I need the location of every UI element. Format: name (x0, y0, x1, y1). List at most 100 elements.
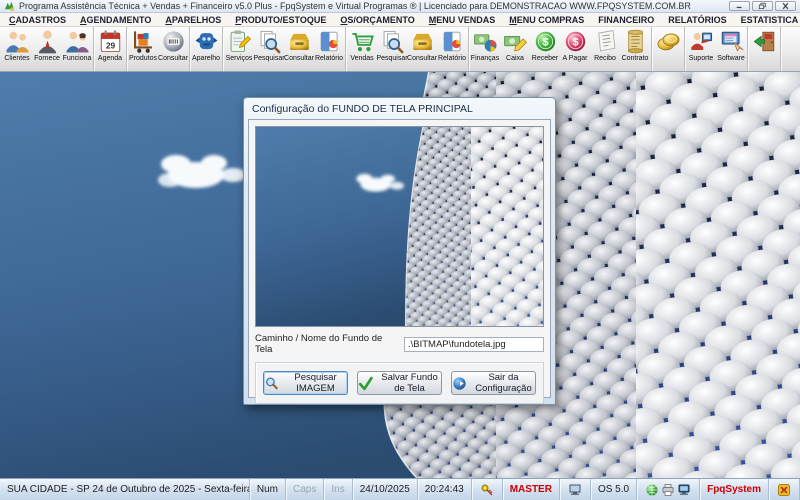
close-icon (782, 2, 789, 10)
search-docs-icon (260, 30, 280, 54)
path-label: Caminho / Nome do Fundo de Tela (255, 333, 383, 355)
toolbar-button-agenda[interactable]: 29 Agenda (95, 28, 125, 71)
close-button[interactable] (775, 1, 796, 11)
menu-item-menu-vendas[interactable]: MENU VENDAS (422, 14, 503, 26)
menu-item-aparelhos[interactable]: APARELHOS (158, 14, 228, 26)
toolbar-button-suporte[interactable]: Suporte (686, 28, 716, 71)
toolbar-button-consultar-vendas[interactable]: Consultar (407, 28, 437, 71)
supplier-icon (38, 30, 56, 54)
calendar-icon: 29 (100, 30, 120, 53)
window-title: Programa Assistência Técnica + Vendas + … (19, 1, 691, 11)
toolbar-button-label: Suporte (688, 55, 714, 62)
menu-item-cadastros[interactable]: CADASTROS (2, 14, 73, 26)
toolbar-button-consultar-produtos[interactable]: Consultar (158, 28, 188, 71)
keys-icon (481, 484, 493, 495)
svg-text:$: $ (572, 37, 578, 49)
toolbar-button-clientes[interactable]: Clientes (2, 28, 32, 71)
globe-icon[interactable] (645, 483, 659, 497)
menu-item-estatistica[interactable]: ESTATISTICA (734, 14, 800, 26)
status-caps-lock: Caps (286, 479, 325, 500)
toolbar-button-label: Vendas (350, 55, 374, 62)
toolbar-button-software[interactable]: Software (716, 28, 746, 71)
desktop-background: Configuração do FUNDO DE TELA PRINCIPAL (0, 72, 800, 478)
menu-item-produto-estoque[interactable]: PRODUTO/ESTOQUE (228, 14, 333, 26)
search-docs-icon (383, 30, 403, 54)
toolbar-group-agenda: 29 Agenda (94, 27, 127, 71)
search-image-button[interactable]: Pesquisar IMAGEM (263, 371, 348, 395)
device-icon (195, 33, 217, 50)
toolbar-button-label: Clientes (4, 55, 30, 62)
gold-coin-icon (657, 33, 679, 51)
exit-door-icon (753, 31, 774, 52)
toolbar-button-pesquisar-servicos[interactable]: Pesquisar (253, 28, 285, 71)
toolbar-button-pesquisar-vendas[interactable]: Pesquisar (376, 28, 408, 71)
restore-button[interactable] (752, 1, 773, 11)
toolbar-button-label: Aparelho (191, 55, 221, 62)
sales-cart-icon (351, 32, 374, 52)
save-background-button[interactable]: Salvar Fundo de Tela (357, 371, 442, 395)
toolbar-button-vendas[interactable]: Vendas (347, 28, 377, 71)
toolbar-button-aparelho[interactable]: Aparelho (191, 28, 221, 71)
monitor-icon[interactable] (677, 483, 691, 497)
toolbar-button-label: Finanças (470, 55, 500, 62)
report-icon (320, 31, 338, 52)
toolbar-button-label: Contrato (621, 55, 649, 62)
dialog-titlebar[interactable]: Configuração do FUNDO DE TELA PRINCIPAL (244, 98, 555, 119)
toolbar-button-relatorio-servicos[interactable]: Relatório (314, 28, 344, 71)
dialog-body: Caminho / Nome do Fundo de Tela Pesquisa… (248, 119, 551, 404)
svg-text:29: 29 (105, 40, 115, 50)
blue-arrow-icon (453, 376, 466, 390)
toolbar-button-sair[interactable] (749, 28, 779, 71)
exit-config-button[interactable]: Sair da Configuração (451, 371, 536, 395)
clients-icon (6, 31, 28, 53)
app-logo-icon (4, 1, 15, 11)
background-path-input[interactable] (404, 336, 544, 352)
toolbar-button-servicos[interactable]: Serviços (224, 28, 254, 71)
toolbar-group-moeda (652, 27, 685, 71)
minimize-icon (736, 6, 742, 9)
file-drawer-icon (289, 33, 309, 50)
toolbar-button-contrato[interactable]: Contrato (620, 28, 650, 71)
toolbar-button-caixa[interactable]: Caixa (500, 28, 530, 71)
toolbar-button-fornece[interactable]: Fornece (32, 28, 62, 71)
toolbar-button-a-pagar[interactable]: $ A Pagar (560, 28, 590, 71)
brand-logo-icon (778, 483, 790, 496)
menu-item-os-orcamento[interactable]: OS/ORÇAMENTO (333, 14, 421, 26)
toolbar: Clientes Fornece Funciona 29 Agenda Prod… (0, 27, 800, 72)
application-window: Programa Assistência Técnica + Vendas + … (0, 0, 800, 500)
status-brand: FpqSystem (700, 479, 769, 500)
background-preview (255, 126, 544, 327)
toolbar-button-label: Agenda (97, 55, 123, 62)
printer-icon[interactable] (661, 483, 675, 497)
toolbar-button-recibo[interactable]: Recibo (590, 28, 620, 71)
menu-item-financeiro[interactable]: FINANCEIRO (591, 14, 661, 26)
toolbar-button-moeda[interactable] (653, 28, 683, 71)
minimize-button[interactable] (729, 1, 750, 11)
toolbar-button-label: Fornece (34, 55, 60, 62)
status-bar: SUA CIDADE - SP 24 de Outubro de 2025 - … (0, 478, 800, 500)
magnifier-icon (266, 376, 278, 389)
toolbar-button-label: Funciona (62, 55, 92, 62)
status-location: SUA CIDADE - SP 24 de Outubro de 2025 - … (0, 479, 250, 500)
file-drawer-icon (412, 33, 432, 50)
status-os-version: OS 5.0 (591, 479, 638, 500)
toolbar-button-label: Pesquisar (376, 55, 408, 62)
status-user: MASTER (503, 479, 560, 500)
toolbar-button-funciona[interactable]: Funciona (62, 28, 92, 71)
toolbar-button-label: Consultar (284, 55, 314, 62)
menu-item-agendamento[interactable]: AGENDAMENTO (73, 14, 158, 26)
dialog-title: Configuração do FUNDO DE TELA PRINCIPAL (252, 102, 473, 115)
toolbar-button-receber[interactable]: $ Receber (530, 28, 560, 71)
status-date: 24/10/2025 (353, 479, 418, 500)
toolbar-button-label: A Pagar (562, 55, 588, 62)
toolbar-button-financas[interactable]: Finanças (470, 28, 500, 71)
menu-item-menu-compras[interactable]: MENU COMPRAS (502, 14, 591, 26)
toolbar-button-consultar-servicos[interactable]: Consultar (284, 28, 314, 71)
toolbar-button-label: Consultar (158, 55, 188, 62)
toolbar-button-relatorio-vendas[interactable]: Relatório (437, 28, 467, 71)
search-image-label: Pesquisar IMAGEM (294, 372, 337, 394)
toolbar-button-produtos[interactable]: Produtos (128, 28, 158, 71)
menu-item-relatorios[interactable]: RELATÓRIOS (661, 14, 733, 26)
toolbar-button-label: Relatório (437, 55, 466, 62)
status-time: 20:24:43 (418, 479, 472, 500)
